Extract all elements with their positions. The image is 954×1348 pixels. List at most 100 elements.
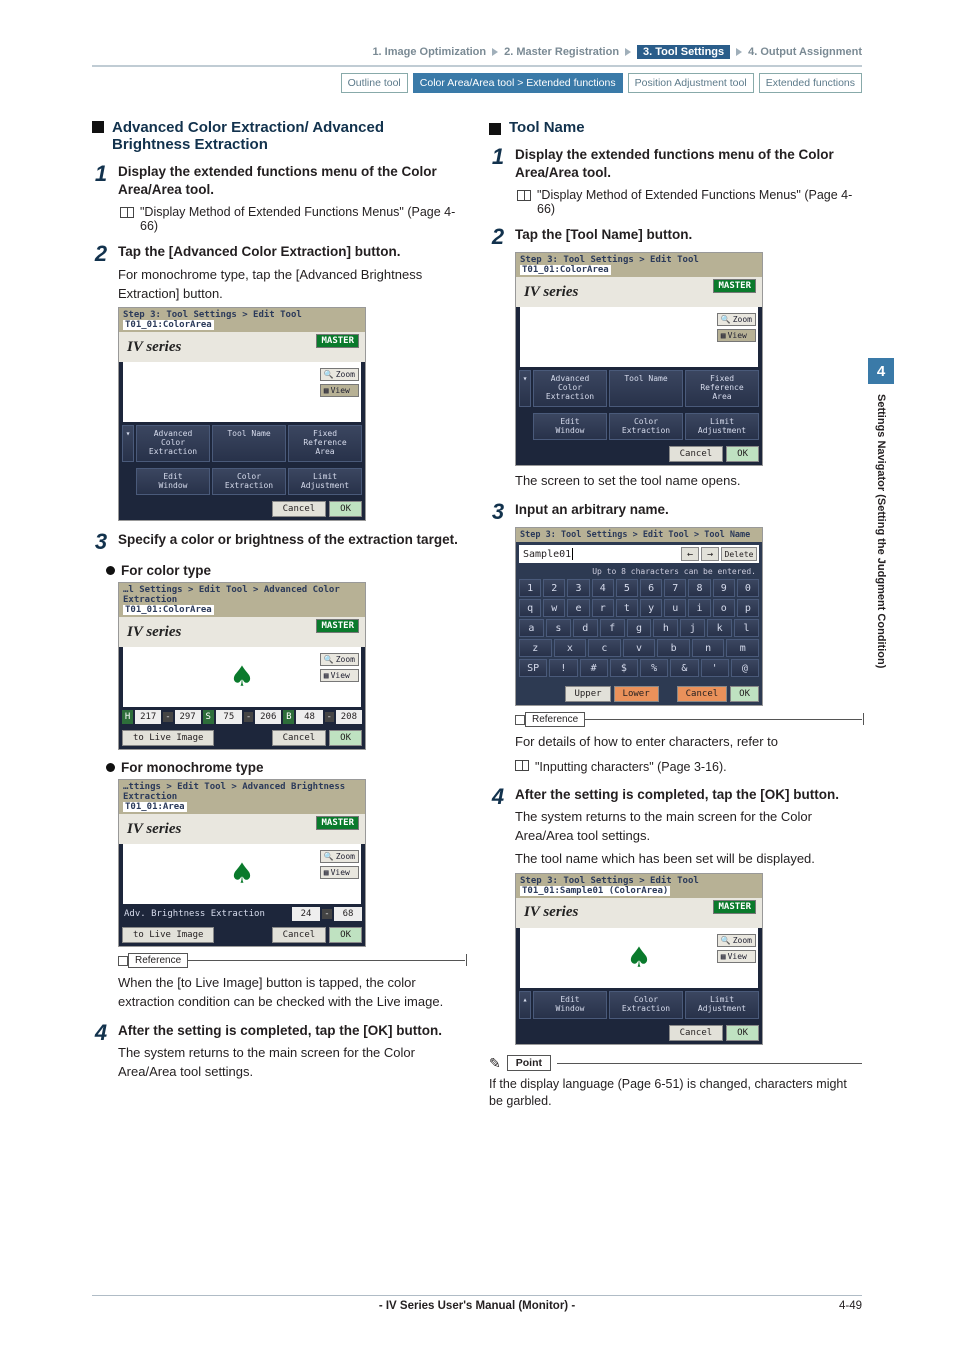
keyboard-key[interactable]: $ (610, 659, 638, 677)
upper-button[interactable]: Upper (565, 686, 610, 702)
keyboard-key[interactable]: 3 (567, 579, 589, 597)
chevron-down-icon[interactable]: ▾ (519, 370, 531, 406)
color-extraction-button[interactable]: Color Extraction (609, 413, 683, 441)
adv-color-extraction-button[interactable]: Advanced Color Extraction (136, 425, 210, 461)
keyboard-key[interactable]: d (573, 619, 598, 637)
keyboard-key[interactable]: 5 (616, 579, 638, 597)
view-button[interactable]: ▦ View (320, 384, 359, 397)
edit-window-button[interactable]: Edit Window (136, 468, 210, 496)
keyboard-key[interactable]: ' (701, 659, 729, 677)
hue-max-input[interactable]: 297 (175, 710, 201, 724)
to-live-image-button[interactable]: to Live Image (122, 730, 214, 746)
keyboard-key[interactable]: 8 (688, 579, 710, 597)
keyboard-key[interactable]: v (623, 639, 656, 657)
tab-color-area[interactable]: Color Area/Area tool > Extended function… (413, 73, 623, 93)
keyboard-key[interactable]: 1 (519, 579, 541, 597)
ok-button[interactable]: OK (726, 1025, 759, 1041)
keyboard-key[interactable]: o (713, 599, 735, 617)
fixed-reference-area-button[interactable]: Fixed Reference Area (288, 425, 362, 461)
caret-left-button[interactable]: ← (681, 547, 699, 561)
keyboard-key[interactable]: g (627, 619, 652, 637)
keyboard-key[interactable]: b (657, 639, 690, 657)
keyboard-key[interactable]: @ (731, 659, 759, 677)
keyboard-key[interactable]: z (519, 639, 552, 657)
delete-button[interactable]: Delete (721, 547, 757, 561)
hue-min-input[interactable]: 217 (135, 710, 161, 724)
keyboard-key[interactable]: 7 (664, 579, 686, 597)
keyboard-key[interactable]: t (616, 599, 638, 617)
ok-button[interactable]: OK (329, 501, 362, 517)
keyboard-key[interactable]: i (688, 599, 710, 617)
keyboard-key[interactable]: 2 (543, 579, 565, 597)
keyboard-key[interactable]: e (567, 599, 589, 617)
tool-name-button[interactable]: Tool Name (212, 425, 286, 461)
chevron-up-icon[interactable]: ▴ (519, 991, 531, 1019)
keyboard-key[interactable]: x (554, 639, 587, 657)
tab-outline[interactable]: Outline tool (341, 73, 408, 93)
keyboard-key[interactable]: q (519, 599, 541, 617)
keyboard-key[interactable]: y (640, 599, 662, 617)
xref-link[interactable]: "Display Method of Extended Functions Me… (140, 205, 465, 233)
view-button[interactable]: ▦ View (320, 669, 359, 682)
color-extraction-button[interactable]: Color Extraction (212, 468, 286, 496)
keyboard-key[interactable]: l (734, 619, 759, 637)
zoom-button[interactable]: 🔍 Zoom (320, 850, 359, 863)
zoom-button[interactable]: 🔍 Zoom (320, 368, 359, 381)
keyboard-key[interactable]: m (726, 639, 759, 657)
xref-link[interactable]: "Display Method of Extended Functions Me… (537, 188, 862, 216)
ok-button[interactable]: OK (726, 446, 759, 462)
limit-adjustment-button[interactable]: Limit Adjustment (685, 991, 759, 1019)
zoom-button[interactable]: 🔍 Zoom (717, 313, 756, 326)
ok-button[interactable]: OK (329, 730, 362, 746)
keyboard-key[interactable]: w (543, 599, 565, 617)
keyboard-key[interactable]: r (592, 599, 614, 617)
keyboard-key[interactable]: # (580, 659, 608, 677)
cancel-button[interactable]: Cancel (272, 730, 327, 746)
cancel-button[interactable]: Cancel (272, 927, 327, 943)
keyboard-key[interactable]: 0 (737, 579, 759, 597)
keyboard-key[interactable]: j (680, 619, 705, 637)
keyboard-key[interactable]: a (519, 619, 544, 637)
keyboard-key[interactable]: u (664, 599, 686, 617)
zoom-button[interactable]: 🔍 Zoom (320, 653, 359, 666)
color-extraction-button[interactable]: Color Extraction (609, 991, 683, 1019)
chevron-down-icon[interactable]: ▾ (122, 425, 134, 461)
keyboard-key[interactable]: s (546, 619, 571, 637)
tab-position[interactable]: Position Adjustment tool (628, 73, 754, 93)
cancel-button[interactable]: Cancel (669, 1025, 724, 1041)
keyboard-key[interactable]: f (600, 619, 625, 637)
keyboard-key[interactable]: 6 (640, 579, 662, 597)
fixed-reference-area-button[interactable]: Fixed Reference Area (685, 370, 759, 406)
bri-max-input[interactable]: 208 (336, 710, 362, 724)
caret-right-button[interactable]: → (701, 547, 719, 561)
edit-window-button[interactable]: Edit Window (533, 991, 607, 1019)
sat-min-input[interactable]: 75 (216, 710, 242, 724)
tab-extended[interactable]: Extended functions (759, 73, 862, 93)
bri-min-input[interactable]: 48 (296, 710, 322, 724)
keyboard-key[interactable]: & (670, 659, 698, 677)
limit-adjustment-button[interactable]: Limit Adjustment (685, 413, 759, 441)
keyboard-key[interactable]: p (737, 599, 759, 617)
view-button[interactable]: ▦ View (320, 866, 359, 879)
to-live-image-button[interactable]: to Live Image (122, 927, 214, 943)
cancel-button[interactable]: Cancel (272, 501, 327, 517)
view-button[interactable]: ▦ View (717, 329, 756, 342)
adv-color-extraction-button[interactable]: Advanced Color Extraction (533, 370, 607, 406)
xref-link[interactable]: "Inputting characters" (Page 3-16). (535, 758, 727, 776)
limit-adjustment-button[interactable]: Limit Adjustment (288, 468, 362, 496)
keyboard-key[interactable]: 4 (592, 579, 614, 597)
tool-name-button[interactable]: Tool Name (609, 370, 683, 406)
cancel-button[interactable]: Cancel (669, 446, 724, 462)
brightness-max-input[interactable]: 68 (334, 907, 362, 921)
ok-button[interactable]: OK (730, 686, 759, 702)
brightness-min-input[interactable]: 24 (292, 907, 320, 921)
view-button[interactable]: ▦ View (717, 950, 756, 963)
keyboard-key[interactable]: SP (519, 659, 547, 677)
ok-button[interactable]: OK (329, 927, 362, 943)
keyboard-key[interactable]: 9 (713, 579, 735, 597)
edit-window-button[interactable]: Edit Window (533, 413, 607, 441)
keyboard-key[interactable]: % (640, 659, 668, 677)
keyboard-key[interactable]: k (707, 619, 732, 637)
cancel-button[interactable]: Cancel (677, 686, 728, 702)
tool-name-input[interactable]: Sample01 ← → Delete (519, 545, 759, 563)
